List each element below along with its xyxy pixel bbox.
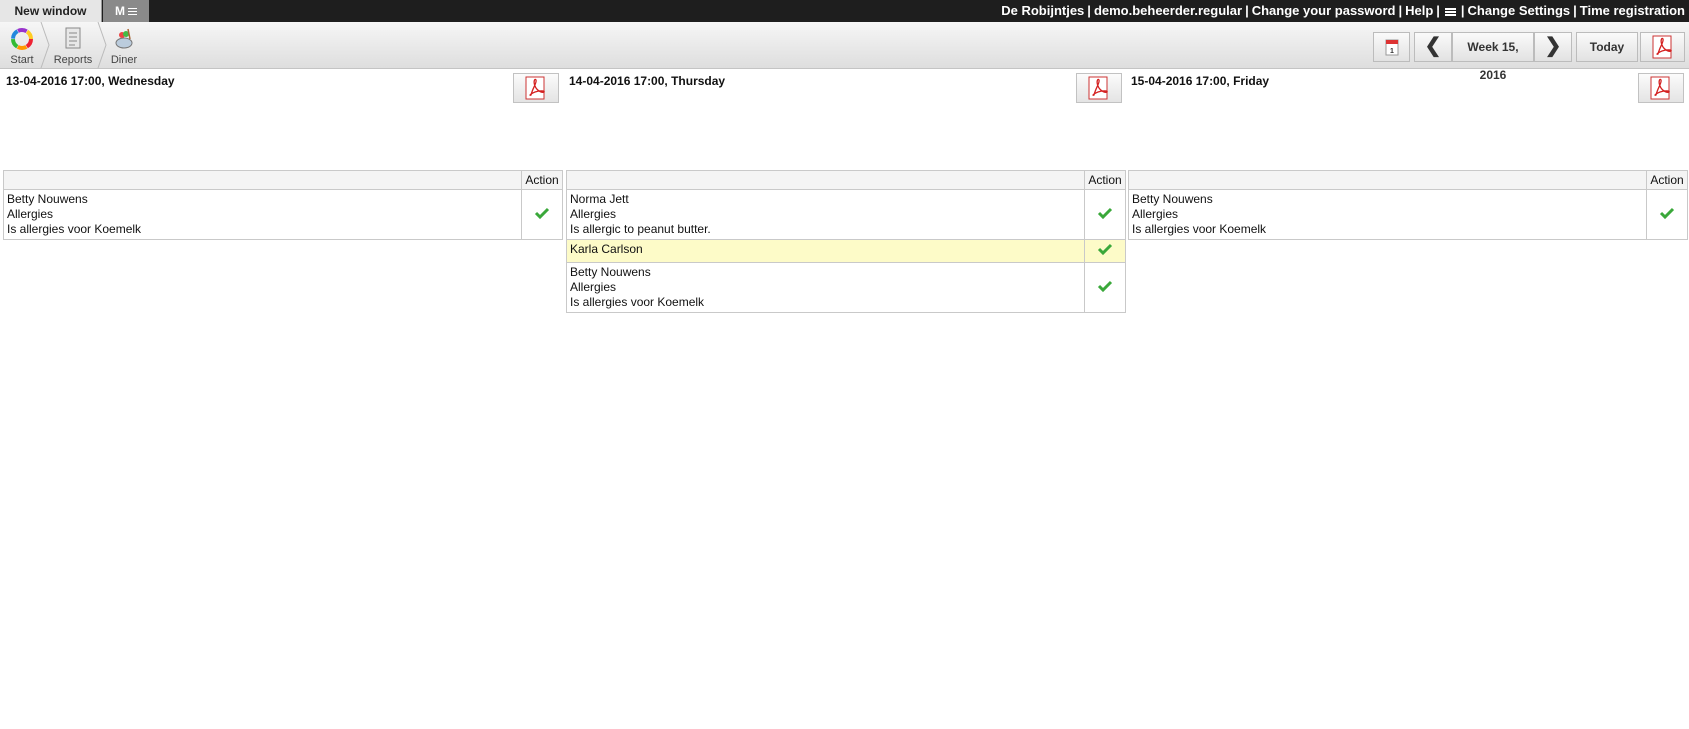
row-action[interactable] [1084,239,1126,263]
link-help[interactable]: Help [1405,3,1433,18]
row-name: Norma Jett [570,192,629,206]
name-column-header [3,170,522,190]
start-icon [11,28,33,50]
calendar-button[interactable]: 1 [1373,32,1410,62]
pdf-icon [525,76,545,100]
table-row: Betty Nouwens Allergies Is allergies voo… [1128,189,1688,240]
row-action[interactable] [1084,189,1126,240]
row-category: Allergies [570,280,617,294]
calendar-icon: 1 [1385,39,1398,56]
row-category: Allergies [1132,207,1179,221]
next-week-button[interactable]: ❯ [1534,32,1572,62]
hamburger-menu-icon[interactable] [1444,10,1456,13]
chevron-left-icon: ❮ [1424,35,1442,57]
day-pdf-button[interactable] [513,73,559,103]
pdf-icon [1088,76,1108,100]
row-name: Betty Nouwens [7,192,88,206]
row-content: Betty Nouwens Allergies Is allergies voo… [1128,189,1647,240]
row-note: Is allergies voor Koemelk [1132,222,1267,236]
crumb-diner-label: Diner [110,54,138,66]
link-change-settings[interactable]: Change Settings [1468,3,1571,18]
row-content: Betty Nouwens Allergies Is allergies voo… [3,189,522,240]
pdf-icon [1650,76,1670,100]
crumb-reports-label: Reports [53,54,93,66]
crumb-start-label: Start [10,54,34,66]
menu-icon [128,11,137,13]
link-time-registration[interactable]: Time registration [1580,3,1685,18]
checkmark-icon[interactable] [1659,206,1675,220]
crumb-diner[interactable]: Diner [106,22,142,68]
row-content: Karla Carlson [566,239,1085,263]
tab-new-window[interactable]: New window [0,0,102,22]
day-table: Action Betty Nouwens Allergies Is allerg… [1128,170,1688,240]
row-category: Allergies [570,207,617,221]
table-row: Betty Nouwens Allergies Is allergies voo… [566,262,1126,313]
table-header-row: Action [1128,170,1688,190]
day-title: 15-04-2016 17:00, Friday [1131,74,1270,88]
week-label: Week 15, 2016 [1452,32,1534,82]
tab-m-menu[interactable]: M [103,0,149,22]
svg-text:1: 1 [1390,48,1394,55]
table-header-row: Action [3,170,563,190]
row-name: Betty Nouwens [570,265,651,279]
crumb-separator [40,22,50,68]
link-change-password[interactable]: Change your password [1252,3,1396,18]
table-header-row: Action [566,170,1126,190]
toolbar: Start Reports Diner 1 ❮ Week 15, 2016 ❯ [0,22,1689,82]
row-name: Betty Nouwens [1132,192,1213,206]
day-table: Action Betty Nouwens Allergies Is allerg… [3,170,563,240]
pdf-export-button[interactable] [1640,32,1685,62]
top-bar: New window M De Robijntjes | demo.beheerde… [0,0,1689,22]
diner-icon [115,28,133,49]
link-user[interactable]: demo.beheerder.regular [1094,3,1242,18]
checkmark-icon[interactable] [534,206,550,220]
row-name: Karla Carlson [570,242,643,256]
day-title: 14-04-2016 17:00, Thursday [569,74,726,88]
table-row: Norma Jett Allergies Is allergic to pean… [566,189,1126,240]
reports-icon [65,27,81,49]
row-content: Norma Jett Allergies Is allergic to pean… [566,189,1085,240]
chevron-right-icon: ❯ [1544,35,1562,57]
row-note: Is allergies voor Koemelk [7,222,142,236]
pdf-icon [1652,35,1672,59]
crumb-start[interactable]: Start [4,22,40,68]
link-location[interactable]: De Robijntjes [1001,3,1084,18]
row-action[interactable] [1646,189,1688,240]
row-note: Is allergies voor Koemelk [570,295,705,309]
row-category: Allergies [7,207,54,221]
action-column-header: Action [1084,170,1126,190]
row-note: Is allergic to peanut butter. [570,222,711,236]
row-action[interactable] [1084,262,1126,313]
checkmark-icon[interactable] [1097,279,1113,293]
action-column-header: Action [521,170,563,190]
name-column-header [566,170,1085,190]
table-row: Betty Nouwens Allergies Is allergies voo… [3,189,563,240]
day-title: 13-04-2016 17:00, Wednesday [6,74,175,88]
previous-week-button[interactable]: ❮ [1414,32,1452,62]
top-links: De Robijntjes | demo.beheerder.regular | Cha… [1001,3,1685,18]
today-label: Today [1589,40,1625,54]
day-table: Action Norma Jett Allergies Is allergic … [566,170,1126,313]
crumb-reports[interactable]: Reports [50,22,96,68]
table-row-highlighted: Karla Carlson [566,239,1126,263]
action-column-header: Action [1646,170,1688,190]
row-content: Betty Nouwens Allergies Is allergies voo… [566,262,1085,313]
week-label-text: Week 15, 2016 [1467,40,1519,82]
day-pdf-button[interactable] [1076,73,1122,103]
day-pdf-button[interactable] [1638,73,1684,103]
checkmark-icon[interactable] [1097,206,1113,220]
tab-m-label: M [115,4,125,18]
today-button[interactable]: Today [1576,32,1638,62]
name-column-header [1128,170,1647,190]
checkmark-icon[interactable] [1097,242,1113,256]
row-action[interactable] [521,189,563,240]
